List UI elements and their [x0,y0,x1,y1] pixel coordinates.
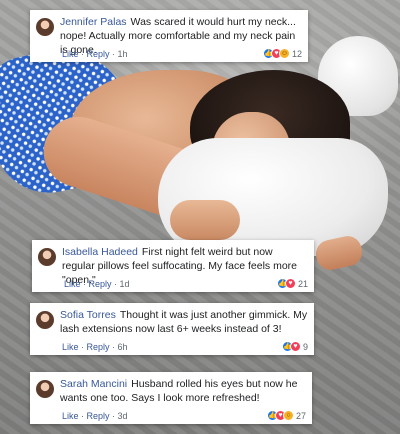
comment-time: 1h [117,49,128,59]
commenter-name[interactable]: Sofia Torres [60,309,116,321]
love-icon: ♥ [289,341,301,352]
reaction-summary[interactable]: 👍 ♥ ☺ 12 [262,48,302,59]
reaction-count: 9 [302,341,308,352]
commenter-name[interactable]: Isabella Hadeed [62,246,138,258]
avatar[interactable] [38,248,56,266]
wow-icon: ○ [282,410,294,421]
background-photo [0,0,400,434]
avatar[interactable] [36,380,54,398]
reaction-count: 21 [297,278,308,289]
like-link[interactable]: Like [62,49,79,59]
comment-card: Sarah Mancini Husband rolled his eyes but… [30,372,312,424]
reply-link[interactable]: Reply [87,342,110,352]
woman-hand [170,200,240,240]
like-link[interactable]: Like [64,279,81,289]
avatar[interactable] [36,18,54,36]
comment-card: Sofia Torres Thought it was just another … [30,303,314,355]
comment-actions: Like · Reply · 6h [62,342,128,352]
comment-time: 1d [119,279,130,289]
reply-link[interactable]: Reply [87,411,110,421]
comment-actions: Like · Reply · 3d [62,411,128,421]
commenter-name[interactable]: Sarah Mancini [60,378,127,390]
comment-body: Sofia Torres Thought it was just another … [60,308,308,336]
reaction-summary[interactable]: 👍 ♥ 21 [276,278,308,289]
haha-icon: ☺ [278,48,290,59]
love-icon: ♥ [284,278,296,289]
like-link[interactable]: Like [62,411,79,421]
comment-time: 6h [117,342,128,352]
avatar[interactable] [36,311,54,329]
reaction-summary[interactable]: 👍 ♥ 9 [281,341,308,352]
reply-link[interactable]: Reply [89,279,112,289]
commenter-name[interactable]: Jennifer Palas [60,16,127,28]
comment-time: 3d [117,411,128,421]
comment-card: Jennifer Palas Was scared it would hurt m… [30,10,308,62]
reply-link[interactable]: Reply [87,49,110,59]
like-link[interactable]: Like [62,342,79,352]
comment-actions: Like · Reply · 1h [62,49,128,59]
reaction-summary[interactable]: 👍 ♥ ○ 27 [266,410,306,421]
reaction-count: 27 [295,410,306,421]
comment-body: Sarah Mancini Husband rolled his eyes but… [60,377,306,405]
reaction-count: 12 [291,48,302,59]
comment-actions: Like · Reply · 1d [64,279,130,289]
comment-card: Isabella Hadeed First night felt weird bu… [32,240,314,292]
